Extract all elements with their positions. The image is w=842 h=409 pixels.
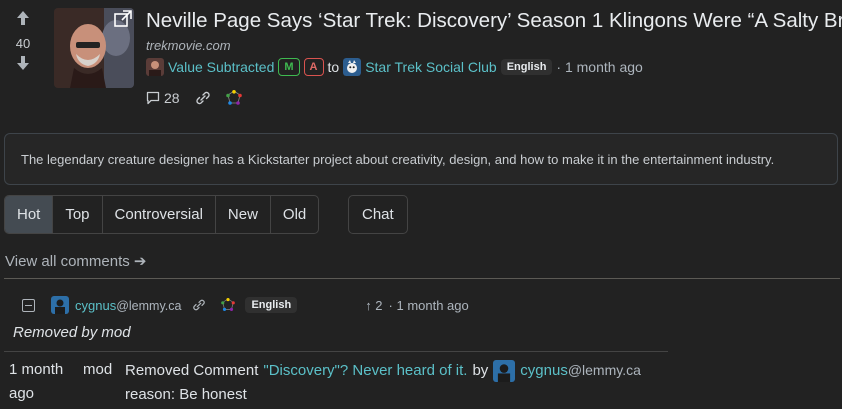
post-summary: The legendary creature designer has a Ki… <box>4 133 838 185</box>
post-actions: 28 <box>146 90 242 106</box>
vote-column: 40 <box>10 10 36 75</box>
commenter-avatar[interactable] <box>51 296 69 314</box>
downvote-button[interactable] <box>10 55 36 75</box>
divider <box>4 351 668 352</box>
modlog-moderator: mod <box>83 361 113 378</box>
link-icon <box>195 91 210 105</box>
link-icon[interactable] <box>191 299 207 311</box>
moderator-badge: M <box>278 58 300 76</box>
modlog-by-label: by <box>472 361 489 379</box>
comments-link[interactable]: 28 <box>146 90 180 106</box>
divider <box>4 278 840 279</box>
comment-icon <box>146 91 160 105</box>
admin-badge: A <box>303 58 324 76</box>
external-link-icon[interactable] <box>114 10 132 28</box>
upvote-button[interactable] <box>10 10 36 30</box>
collapse-comment-button[interactable] <box>22 298 35 312</box>
author-avatar[interactable] <box>146 58 164 76</box>
comment-count: 28 <box>164 90 180 106</box>
comment-score: ↑ 2 <box>365 297 383 313</box>
comment-language-badge: English <box>245 297 298 313</box>
fediverse-icon[interactable] <box>221 298 236 312</box>
comment-sort-group: Hot Top Controversial New Old <box>4 195 320 234</box>
post-thumbnail[interactable] <box>54 8 134 88</box>
sort-top-button[interactable]: Top <box>53 196 103 233</box>
sort-old-button[interactable]: Old <box>271 196 318 233</box>
post-domain[interactable]: trekmovie.com <box>146 38 231 53</box>
post-byline: Value Subtracted M A to Star Trek Social… <box>146 58 643 76</box>
fediverse-icon <box>225 90 242 105</box>
view-all-comments-link[interactable]: View all comments ➔ <box>5 252 147 270</box>
modlog-user[interactable]: cygnus@lemmy.ca <box>520 358 641 383</box>
removed-by-mod-text: Removed by mod <box>13 324 131 341</box>
author-name[interactable]: Value Subtracted <box>168 59 274 75</box>
post-score: 40 <box>15 36 31 51</box>
modlog-action: Removed Comment <box>125 361 259 379</box>
comment-header: cygnus@lemmy.ca English ↑ 2 · 1 month ag… <box>22 296 469 314</box>
modlog-time: 1 month ago <box>9 361 64 402</box>
sort-controversial-button[interactable]: Controversial <box>103 196 216 233</box>
sort-new-button[interactable]: New <box>216 196 271 233</box>
commenter-name[interactable]: cygnus@lemmy.ca <box>75 298 181 313</box>
chat-view-button[interactable]: Chat <box>348 195 408 234</box>
federated-link-button[interactable] <box>225 90 242 106</box>
to-label: to <box>327 59 340 75</box>
community-icon[interactable] <box>343 58 362 76</box>
arrow-up-icon <box>17 11 29 25</box>
modlog-user-avatar[interactable] <box>493 359 516 382</box>
sort-hot-button[interactable]: Hot <box>5 196 54 233</box>
language-badge: English <box>500 59 553 75</box>
comment-time: · 1 month ago <box>388 297 469 313</box>
post-time: · 1 month ago <box>556 59 643 75</box>
copy-link-button[interactable] <box>194 91 212 105</box>
modlog-comment-link[interactable]: "Discovery"? Never heard of it. <box>263 359 467 383</box>
post-title[interactable]: Neville Page Says ‘Star Trek: Discovery’… <box>146 9 842 33</box>
community-name[interactable]: Star Trek Social Club <box>365 59 497 75</box>
modlog-reason: reason: Be honest <box>125 386 247 403</box>
arrow-down-icon <box>17 56 29 70</box>
modlog-entry: Removed Comment "Discovery"? Never heard… <box>125 358 641 407</box>
